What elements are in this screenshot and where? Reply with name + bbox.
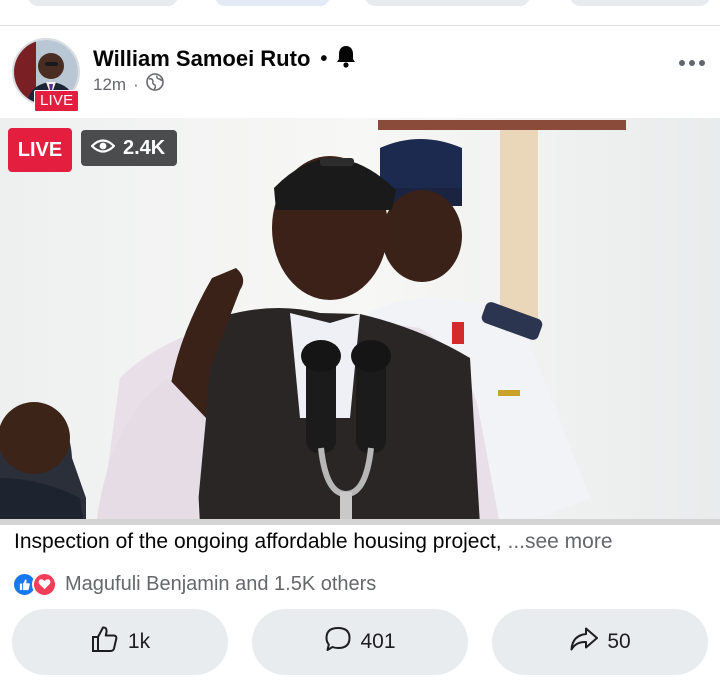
video-frame <box>0 118 720 525</box>
reaction-icons <box>12 571 57 597</box>
comment-icon <box>324 625 352 659</box>
share-button[interactable]: 50 <box>492 609 708 675</box>
top-pill[interactable] <box>570 0 710 6</box>
viewer-count-badge: 2.4K <box>81 130 178 166</box>
see-more-link[interactable]: ...see more <box>507 530 612 553</box>
love-reaction-icon <box>32 571 57 597</box>
eye-icon <box>90 137 116 160</box>
comment-count: 401 <box>360 630 396 653</box>
share-count: 50 <box>607 630 631 653</box>
more-dots-icon[interactable] <box>678 54 706 72</box>
video-progress-bar[interactable] <box>0 519 720 525</box>
viewer-count: 2.4K <box>123 136 166 159</box>
caption-text: Inspection of the ongoing affordable hou… <box>14 530 508 553</box>
author-row: William Samoei Ruto • <box>93 44 357 74</box>
profile-avatar[interactable]: LIVE <box>12 38 82 112</box>
top-pill[interactable] <box>365 0 530 6</box>
top-pill[interactable] <box>28 0 178 6</box>
meta-separator: · <box>133 74 139 94</box>
like-button[interactable]: 1k <box>12 609 228 675</box>
post-time[interactable]: 12m <box>93 75 126 95</box>
comment-button[interactable]: 401 <box>252 609 468 675</box>
reactions-summary[interactable]: Magufuli Benjamin and 1.5K others <box>12 571 376 597</box>
reactions-text: Magufuli Benjamin and 1.5K others <box>65 572 377 595</box>
thumbs-up-icon <box>90 625 120 659</box>
post-header: LIVE William Samoei Ruto • 12m · <box>0 30 720 116</box>
live-badge: LIVE <box>8 128 72 172</box>
avatar-live-badge: LIVE <box>34 90 80 112</box>
post-meta: 12m · <box>93 73 164 96</box>
top-pill[interactable] <box>215 0 330 6</box>
bell-icon[interactable] <box>335 44 357 74</box>
post-caption: Inspection of the ongoing affordable hou… <box>14 530 613 554</box>
top-strip <box>0 0 720 26</box>
like-count: 1k <box>127 630 151 653</box>
action-bar: 1k 401 50 <box>0 609 720 677</box>
share-icon <box>569 626 599 658</box>
author-name[interactable]: William Samoei Ruto <box>93 46 310 72</box>
author-dot: • <box>320 47 328 70</box>
live-video-player[interactable]: LIVE 2.4K <box>0 118 720 525</box>
globe-icon <box>145 73 164 96</box>
